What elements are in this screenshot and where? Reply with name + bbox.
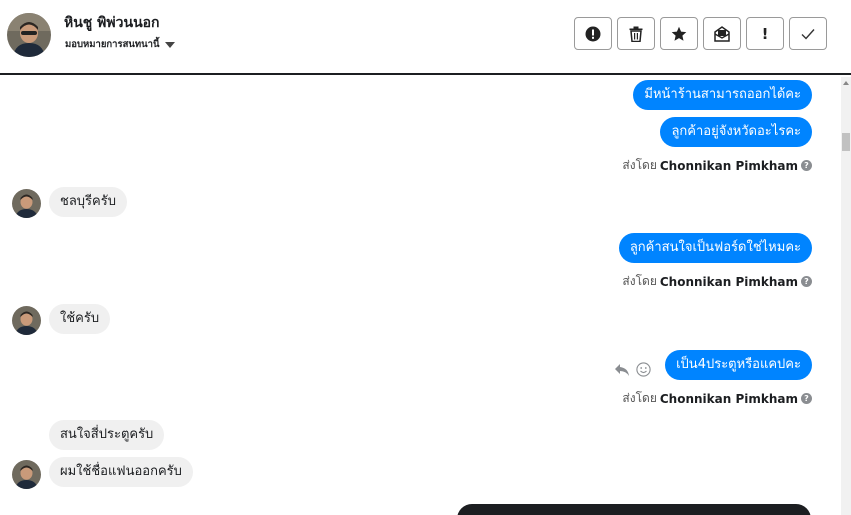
alert-circle-icon [585,26,601,41]
sent-by-label: ส่งโดย Chonnikan Pimkham ? [622,156,812,175]
message-actions [614,362,651,377]
check-icon [801,28,815,40]
assign-conversation-dropdown[interactable]: มอบหมายการสนทนานี้ [65,37,175,52]
incoming-message[interactable]: ใช้ครับ [49,304,111,334]
outgoing-message[interactable]: มีหน้าร้านสามารถออกได้คะ [633,80,812,110]
sent-by-prefix: ส่งโดย [622,158,657,172]
sent-by-label: ส่งโดย Chonnikan Pimkham ? [622,389,812,408]
contact-avatar[interactable] [12,460,41,489]
incoming-message[interactable]: สนใจสี่ประตูครับ [49,420,165,450]
scroll-up-arrow-icon[interactable] [843,81,849,85]
contact-avatar[interactable] [12,306,41,335]
help-icon[interactable]: ? [801,160,812,171]
trash-icon [629,26,643,42]
assign-conversation-label: มอบหมายการสนทนานี้ [65,39,160,50]
emoji-reaction-icon[interactable] [636,362,651,377]
message-scrollbar[interactable] [841,77,851,515]
sent-by-prefix: ส่งโดย [622,274,657,288]
sender-name: Chonnikan Pimkham [659,391,798,406]
mark-important-button[interactable]: ! [746,17,784,50]
contact-name: หินชู พิพ่วนนอก [64,15,160,31]
incoming-message[interactable]: ผมใช้ชื่อแฟนออกครับ [49,457,193,487]
scroll-thumb[interactable] [842,133,850,151]
mark-done-button[interactable] [789,17,827,50]
mark-unread-button[interactable] [703,17,741,50]
sender-name: Chonnikan Pimkham [659,158,798,173]
alert-button[interactable] [574,17,612,50]
star-icon [671,26,687,41]
outgoing-message-partial[interactable] [457,504,811,515]
chevron-down-icon [164,41,175,48]
conversation-toolbar: ! [574,17,827,50]
exclamation-icon: ! [761,24,769,43]
contact-avatar[interactable] [7,13,51,57]
sent-by-prefix: ส่งโดย [622,391,657,405]
outgoing-message[interactable]: ลูกค้าอยู่จังหวัดอะไรคะ [660,117,812,147]
help-icon[interactable]: ? [801,393,812,404]
mark-unread-icon [714,25,730,42]
help-icon[interactable]: ? [801,276,812,287]
sender-name: Chonnikan Pimkham [659,274,798,289]
incoming-message[interactable]: ชลบุรีครับ [49,187,127,217]
contact-avatar[interactable] [12,189,41,218]
outgoing-message[interactable]: ลูกค้าสนใจเป็นฟอร์ดใช่ไหมคะ [618,233,812,263]
outgoing-message[interactable]: เป็น4ประตูหรือแคปคะ [665,350,812,380]
star-button[interactable] [660,17,698,50]
reply-icon[interactable] [614,363,630,377]
sent-by-label: ส่งโดย Chonnikan Pimkham ? [622,272,812,291]
delete-button[interactable] [617,17,655,50]
conversation-header: หินชู พิพ่วนนอก มอบหมายการสนทนานี้ ! [0,0,851,75]
